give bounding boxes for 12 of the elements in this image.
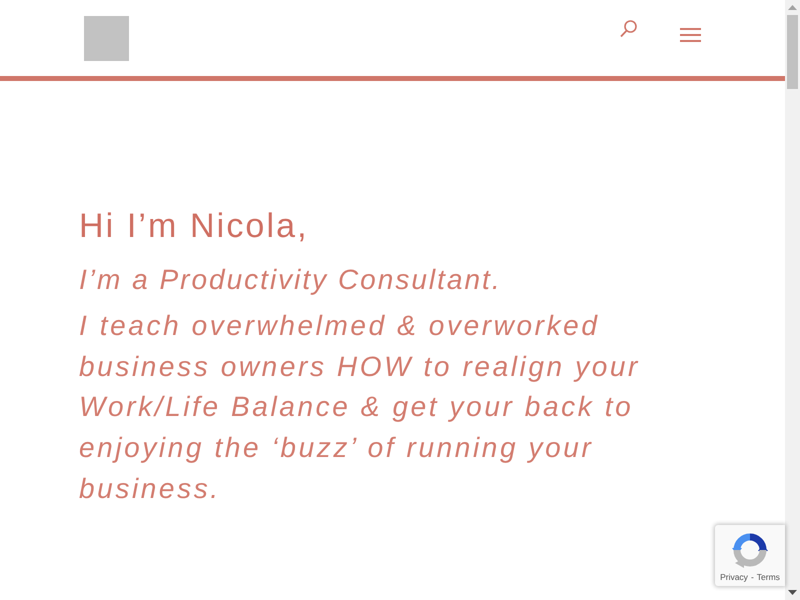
scroll-up-icon[interactable] [788,5,797,10]
search-icon[interactable] [620,20,637,39]
recaptcha-logo-icon [731,531,769,569]
hero-heading: Hi I’m Nicola, [79,206,310,247]
terms-link[interactable]: Terms [756,572,780,582]
hero-tagline: I’m a Productivity Consultant. [79,263,503,297]
privacy-link[interactable]: Privacy [720,572,748,582]
scroll-down-icon[interactable] [788,590,797,595]
link-separator: - [750,572,754,582]
menu-icon[interactable] [680,28,701,42]
hero-description: I teach overwhelmed & overworked business owners HOW to realign your Work/Life Balance & get your back to enjoying the ‘buzz’ of running your business. [79,309,641,506]
scrollbar-thumb[interactable] [787,15,798,89]
